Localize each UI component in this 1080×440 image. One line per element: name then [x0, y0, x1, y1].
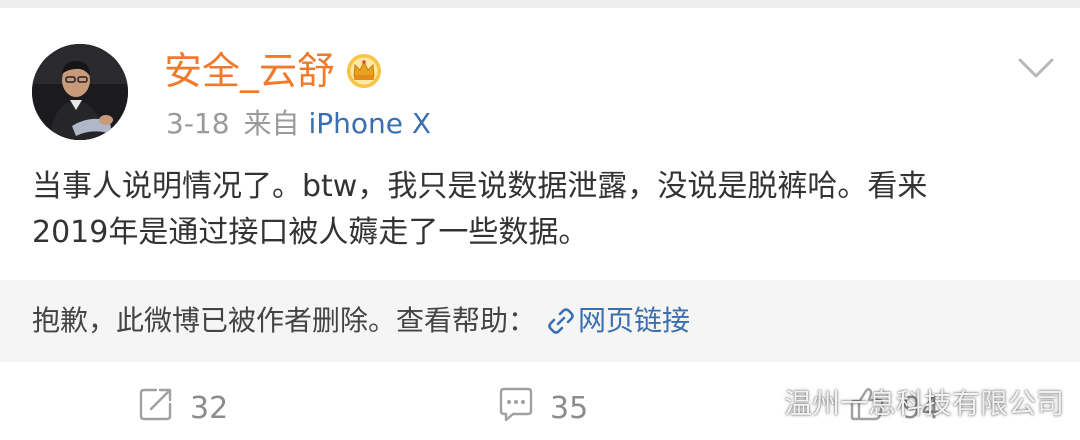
author-name[interactable]: 安全_云舒 — [164, 46, 335, 96]
post-date: 3-18 — [166, 107, 230, 140]
weibo-logo-icon — [740, 392, 775, 419]
deleted-notice-text: 抱歉，此微博已被作者删除。查看帮助： 网页链接 — [32, 300, 690, 342]
chevron-down-icon[interactable] — [1014, 52, 1058, 82]
watermark-text: 温州一息科技有限公司 — [784, 387, 1065, 420]
watermark: 温州一息科技有限公司 — [740, 384, 1064, 424]
comment-button[interactable]: 35 — [496, 384, 589, 426]
deleted-message: 抱歉，此微博已被作者删除。查看帮助： — [32, 304, 537, 337]
web-link-label: 网页链接 — [578, 304, 691, 337]
repost-icon — [139, 388, 172, 421]
avatar-image — [32, 44, 128, 140]
web-link[interactable]: 网页链接 — [536, 304, 690, 337]
source-prefix: 来自 — [243, 107, 300, 140]
deleted-repost-notice: 抱歉，此微博已被作者删除。查看帮助： 网页链接 — [0, 280, 1080, 362]
comment-count: 35 — [550, 391, 589, 426]
post-meta: 3-18 来自 iPhone X — [166, 104, 431, 144]
post-text: 当事人说明情况了。btw，我只是说数据泄露，没说是脱裤哈。看来 2019年是通过… — [32, 164, 1052, 256]
link-icon — [548, 308, 574, 334]
weibo-post-card: 安全_云舒 3-18 来自 iPhone X 当事人说明情况了。btw，我只是说数… — [0, 0, 1080, 440]
source-device[interactable]: iPhone X — [308, 107, 431, 140]
repost-button[interactable]: 32 — [136, 384, 229, 426]
avatar[interactable] — [32, 44, 128, 140]
top-divider — [0, 0, 1080, 8]
comment-icon — [499, 387, 533, 422]
crown-icon — [347, 54, 381, 88]
repost-count: 32 — [190, 391, 229, 426]
post-text-line: 当事人说明情况了。btw，我只是说数据泄露，没说是脱裤哈。看来 — [32, 169, 928, 204]
post-text-line: 2019年是通过接口被人薅走了一些数据。 — [32, 215, 589, 250]
